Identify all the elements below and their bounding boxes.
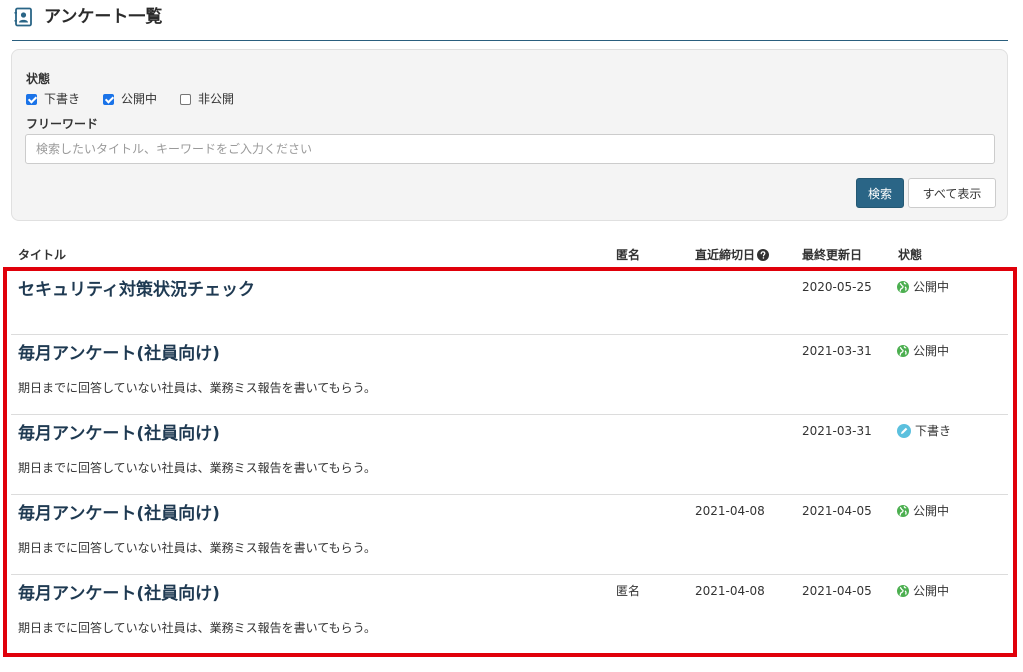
- checkbox-private-box[interactable]: [180, 93, 191, 105]
- checkbox-published[interactable]: 公開中: [103, 91, 157, 107]
- page-header: アンケート一覧: [12, 0, 1008, 41]
- checkbox-private-label: 非公開: [198, 92, 235, 106]
- keyword-label: フリーワード: [26, 117, 99, 131]
- filter-panel: 状態 下書き 公開中 非公開 フリーワード 検索 すべて表示: [11, 49, 1008, 221]
- column-header-title: タイトル: [18, 248, 67, 262]
- column-header-updated: 最終更新日: [802, 248, 863, 262]
- checkbox-published-label: 公開中: [121, 92, 158, 106]
- column-header-anonymous: 匿名: [616, 248, 641, 262]
- checkbox-draft-box[interactable]: [26, 93, 37, 105]
- column-header-deadline: 直近締切日: [695, 247, 770, 263]
- show-all-button[interactable]: すべて表示: [908, 178, 996, 208]
- checkbox-draft[interactable]: 下書き: [26, 91, 80, 107]
- contact-card-icon: [14, 7, 32, 27]
- checkbox-private[interactable]: 非公開: [180, 91, 234, 107]
- highlight-box: [3, 267, 1017, 657]
- status-filter-label: 状態: [26, 72, 51, 86]
- keyword-search-input[interactable]: [25, 134, 995, 164]
- checkbox-draft-label: 下書き: [44, 92, 81, 106]
- question-circle-icon[interactable]: [757, 249, 770, 261]
- page-title: アンケート一覧: [44, 7, 163, 27]
- survey-list-page: アンケート一覧 状態 下書き 公開中 非公開 フリーワード 検索 すべて表示 タ…: [0, 0, 1023, 672]
- search-button[interactable]: 検索: [856, 178, 904, 208]
- column-header-deadline-label: 直近締切日: [695, 248, 756, 262]
- checkbox-published-box[interactable]: [103, 93, 114, 105]
- column-header-status: 状態: [898, 248, 923, 262]
